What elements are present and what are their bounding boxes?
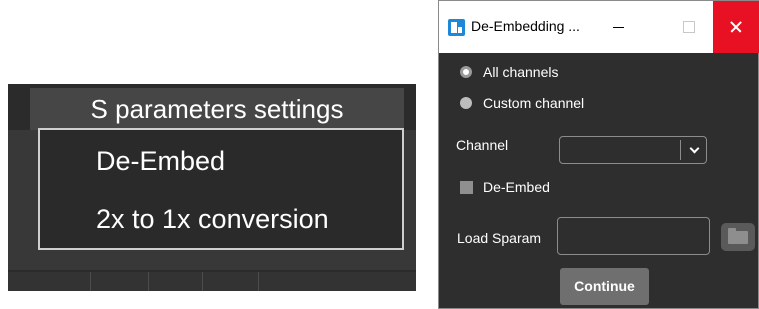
browse-folder-button[interactable] [721,223,755,251]
menu-header-s-parameters-settings[interactable]: S parameters settings [30,88,404,130]
folder-icon [728,228,748,244]
strip-divider [202,272,203,291]
menu-item-2x-to-1x-conversion[interactable]: 2x to 1x conversion [96,204,329,235]
radio-all-channels[interactable] [460,66,472,78]
dropdown-divider [680,140,681,160]
strip-divider [258,272,259,291]
close-icon[interactable] [713,1,759,53]
load-sparam-input[interactable] [557,217,710,255]
de-embed-checkbox[interactable] [460,181,473,194]
chevron-down-icon[interactable] [689,143,700,154]
strip-divider [90,272,91,291]
channel-dropdown[interactable] [559,136,707,164]
radio-custom-channel[interactable] [460,97,472,109]
de-embedding-dialog: De-Embedding ... All channels Custom cha… [438,0,759,309]
window-title: De-Embedding ... [471,18,580,34]
context-menu-crop: S parameters settings De-Embed 2x to 1x … [8,84,416,291]
channel-label: Channel [456,137,509,153]
minimize-icon[interactable] [596,1,642,53]
app-icon [448,19,465,36]
strip-divider [148,272,149,291]
radio-all-channels-label[interactable]: All channels [483,64,559,80]
load-sparam-label: Load Sparam [457,230,542,246]
title-bar[interactable]: De-Embedding ... [439,1,759,53]
de-embed-checkbox-label[interactable]: De-Embed [483,179,550,195]
maximize-icon [665,1,711,53]
continue-button[interactable]: Continue [560,268,649,305]
menu-item-de-embed[interactable]: De-Embed [96,146,225,177]
radio-custom-channel-label[interactable]: Custom channel [483,95,584,111]
context-menu-popup: De-Embed 2x to 1x conversion [38,128,404,250]
bottom-toolbar-strip [8,272,416,291]
